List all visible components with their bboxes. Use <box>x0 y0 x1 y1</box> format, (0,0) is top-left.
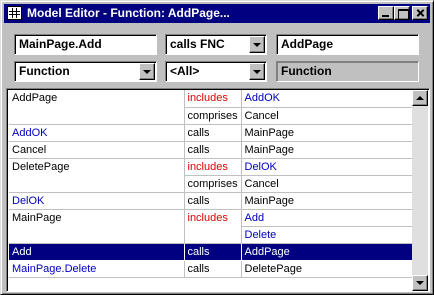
chevron-down-icon[interactable] <box>249 36 265 53</box>
close-button[interactable] <box>412 6 428 20</box>
table-row[interactable]: MainPage.Delete calls DeletePage <box>9 260 414 278</box>
row-name-cell[interactable] <box>9 175 185 193</box>
row-target-cell[interactable]: AddPage <box>241 243 414 261</box>
maximize-button[interactable] <box>394 6 410 20</box>
row-relation-cell[interactable]: includes <box>184 209 242 226</box>
row-target-cell[interactable]: Cancel <box>241 107 414 125</box>
chevron-down-icon[interactable] <box>249 63 265 80</box>
row-relation-cell[interactable]: calls <box>184 243 242 261</box>
scroll-down-icon[interactable] <box>412 275 428 291</box>
table-row[interactable]: DeletePage includes DelOK <box>9 158 414 176</box>
type-combo[interactable]: Function <box>14 61 157 82</box>
row-relation-cell[interactable]: includes <box>184 90 242 108</box>
model-editor-icon[interactable] <box>7 6 22 20</box>
table-row[interactable]: DelOK calls MainPage <box>9 192 414 210</box>
vertical-scrollbar[interactable] <box>412 90 428 291</box>
filter-combo[interactable]: <All> <box>165 61 267 82</box>
row-name-cell[interactable]: AddOK <box>9 124 185 142</box>
window-title: Model Editor - Function: AddPage... <box>27 6 230 20</box>
relations-grid[interactable]: AddPage includes AddOK comprises Cancel AddOK… <box>6 88 430 292</box>
row-target-cell[interactable]: DeletePage <box>241 260 414 278</box>
row-relation-cell[interactable]: calls <box>184 124 242 142</box>
table-row[interactable]: MainPage includes Add <box>9 209 414 227</box>
minimize-button[interactable] <box>378 6 394 20</box>
relation-combo-value: calls FNC <box>170 37 225 51</box>
row-relation-cell[interactable]: calls <box>184 141 242 159</box>
row-relation-cell[interactable] <box>184 226 242 244</box>
row-target-cell[interactable]: MainPage <box>241 124 414 142</box>
relations-table: AddPage includes AddOK comprises Cancel AddOK… <box>9 90 414 278</box>
row-name-cell[interactable] <box>9 226 185 244</box>
row-relation-cell[interactable]: comprises <box>184 107 242 125</box>
row-target-cell[interactable]: MainPage <box>241 192 414 210</box>
relation-combo[interactable]: calls FNC <box>165 34 267 55</box>
name-field[interactable]: MainPage.Add <box>14 34 157 55</box>
scroll-up-icon[interactable] <box>412 90 428 106</box>
row-name-cell[interactable]: DelOK <box>9 192 185 210</box>
row-target-cell[interactable]: Add <box>241 209 414 227</box>
row-relation-cell[interactable]: calls <box>184 192 242 210</box>
row-relation-cell[interactable]: calls <box>184 260 242 278</box>
row-relation-cell[interactable]: comprises <box>184 175 242 193</box>
row-target-cell[interactable]: MainPage <box>241 141 414 159</box>
row-name-cell[interactable]: AddPage <box>9 90 185 107</box>
row-name-cell[interactable] <box>9 107 185 125</box>
table-row[interactable]: Add calls AddPage <box>9 243 414 261</box>
table-row[interactable]: Delete <box>9 226 414 244</box>
chevron-down-icon[interactable] <box>139 63 155 80</box>
row-name-cell[interactable]: Cancel <box>9 141 185 159</box>
type-combo-value: Function <box>19 64 70 78</box>
table-row[interactable]: comprises Cancel <box>9 107 414 125</box>
model-editor-window: Model Editor - Function: AddPage... Main… <box>0 0 434 295</box>
table-row[interactable]: AddOK calls MainPage <box>9 124 414 142</box>
row-target-cell[interactable]: AddOK <box>241 90 414 108</box>
row-target-cell[interactable]: Cancel <box>241 175 414 193</box>
row-relation-cell[interactable]: includes <box>184 158 242 176</box>
row-target-cell[interactable]: DelOK <box>241 158 414 176</box>
row-target-cell[interactable]: Delete <box>241 226 414 244</box>
row-name-cell[interactable]: DeletePage <box>9 158 185 175</box>
target-field-value: AddPage <box>281 37 334 51</box>
target-field[interactable]: AddPage <box>276 34 419 55</box>
kind-display-label: Function <box>281 64 332 78</box>
row-name-cell[interactable]: MainPage <box>9 209 185 226</box>
table-row[interactable]: Cancel calls MainPage <box>9 141 414 159</box>
table-row[interactable]: AddPage includes AddOK <box>9 90 414 108</box>
filter-combo-value: <All> <box>170 64 200 78</box>
table-row[interactable]: comprises Cancel <box>9 175 414 193</box>
row-name-cell[interactable]: Add <box>9 243 185 261</box>
title-bar[interactable]: Model Editor - Function: AddPage... <box>4 4 430 23</box>
row-name-cell[interactable]: MainPage.Delete <box>9 260 185 278</box>
name-field-value: MainPage.Add <box>19 37 102 51</box>
kind-display: Function <box>276 61 419 82</box>
